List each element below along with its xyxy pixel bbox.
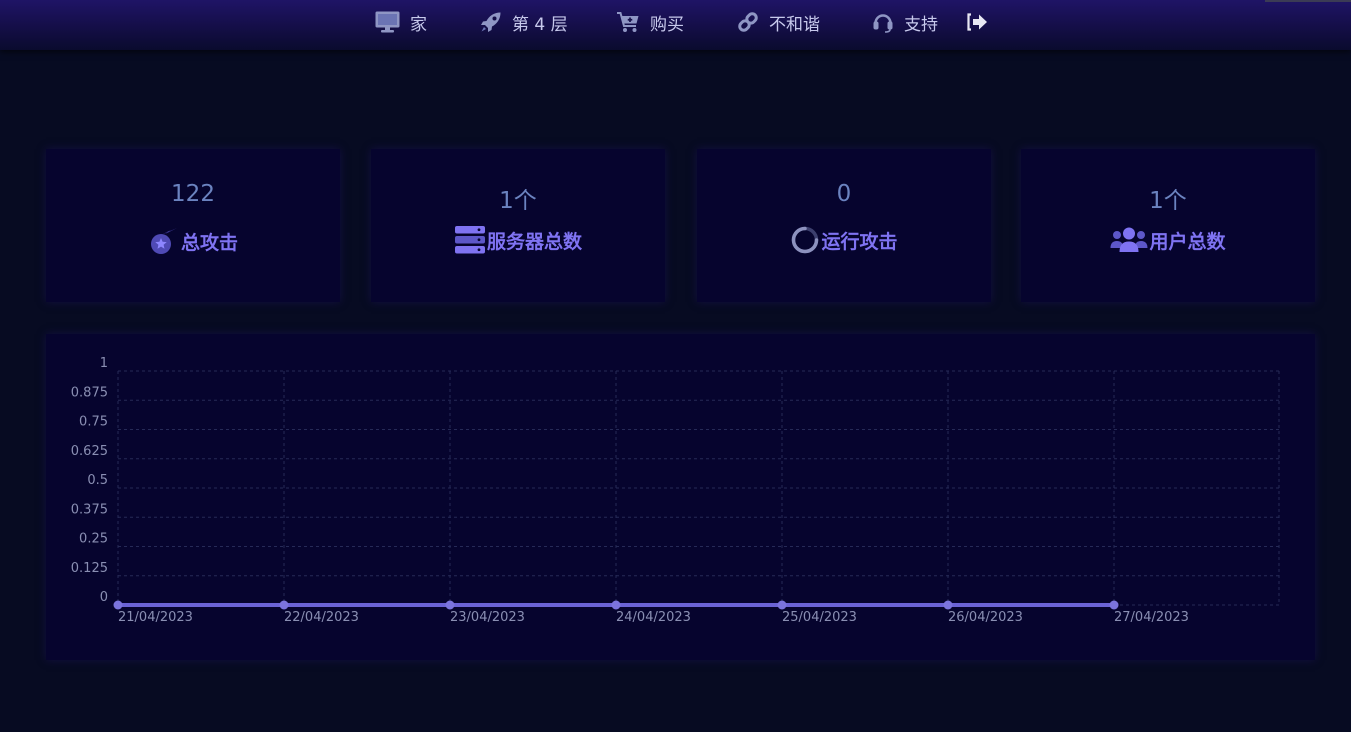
x-tick-label: 22/04/2023 — [284, 610, 359, 625]
nav-label-layer4: 第 4 层 — [512, 14, 568, 35]
y-tick-label: 0.75 — [79, 415, 108, 430]
attacks-chart-panel: 0 0.125 0.25 0.375 0.5 0.625 0.75 0.875 1 21/04/2… — [46, 334, 1315, 660]
data-point — [943, 600, 953, 610]
y-tick-label: 0 — [100, 590, 108, 605]
x-tick-label: 24/04/2023 — [616, 610, 691, 625]
link-icon — [737, 11, 759, 33]
rocket-icon — [480, 11, 502, 33]
y-tick-label: 0.25 — [79, 532, 108, 547]
x-tick-label: 27/04/2023 — [1114, 610, 1189, 625]
y-tick-label: 0.375 — [71, 502, 108, 517]
stat-label-row: 服务器总数 — [371, 225, 665, 255]
data-point — [1109, 600, 1119, 610]
nav-label-buy: 购买 — [650, 14, 684, 35]
window-edge — [1265, 0, 1351, 2]
users-icon — [1110, 225, 1148, 255]
x-tick-label: 25/04/2023 — [782, 610, 857, 625]
monitor-icon — [375, 11, 400, 33]
spinner-icon — [790, 225, 820, 255]
stat-label-row: 运行攻击 — [697, 225, 991, 255]
nav-item-layer4[interactable]: 第 4 层 — [480, 0, 568, 44]
stat-value: 122 — [171, 181, 215, 207]
sign-out-icon — [966, 12, 988, 32]
nav-item-support[interactable]: 支持 — [872, 0, 938, 44]
y-tick-label: 0.125 — [71, 561, 108, 576]
nav-label-discord: 不和谐 — [769, 14, 820, 35]
stat-card-total-attacks: 122 总攻击 — [46, 149, 340, 302]
stat-label: 服务器总数 — [486, 230, 582, 253]
cart-plus-icon — [616, 11, 640, 33]
stat-card-total-servers: 1个 服务器总数 — [371, 149, 665, 302]
stat-card-running-attacks: 0 运行攻击 — [697, 149, 991, 302]
meteor-icon — [148, 225, 180, 257]
stat-value: 0 — [836, 181, 852, 207]
data-point — [777, 600, 787, 610]
stat-label-row: 用户总数 — [1021, 225, 1315, 255]
data-point — [445, 600, 455, 610]
stat-card-total-users: 1个 用户总数 — [1021, 149, 1315, 302]
top-navbar: 家 第 4 层 购买 不和谐 支持 — [0, 0, 1351, 50]
logout-button[interactable] — [966, 0, 998, 44]
nav-label-support: 支持 — [904, 14, 938, 35]
stat-label-row: 总攻击 — [46, 225, 340, 257]
y-tick-label: 0.5 — [87, 473, 108, 488]
nav-item-discord[interactable]: 不和谐 — [737, 0, 820, 44]
y-tick-label: 1 — [100, 356, 108, 371]
x-tick-label: 26/04/2023 — [948, 610, 1023, 625]
y-tick-label: 0.625 — [71, 444, 108, 459]
stat-value: 1个 — [499, 188, 537, 214]
stat-label: 用户总数 — [1149, 230, 1226, 253]
y-tick-label: 0.875 — [71, 385, 108, 400]
headset-icon — [872, 11, 894, 33]
attacks-line-chart: 0 0.125 0.25 0.375 0.5 0.625 0.75 0.875 1 21/04/2… — [71, 356, 1280, 625]
data-point — [279, 600, 289, 610]
stat-value: 1个 — [1149, 188, 1187, 214]
nav-item-home[interactable]: 家 — [375, 0, 427, 44]
data-point — [611, 600, 621, 610]
server-icon — [454, 225, 486, 255]
nav-label-home: 家 — [410, 14, 427, 35]
data-point — [113, 600, 123, 610]
x-tick-label: 23/04/2023 — [450, 610, 525, 625]
stat-label: 运行攻击 — [821, 230, 898, 253]
nav-item-buy[interactable]: 购买 — [616, 0, 684, 44]
x-tick-label: 21/04/2023 — [118, 610, 193, 625]
stat-label: 总攻击 — [180, 231, 238, 254]
